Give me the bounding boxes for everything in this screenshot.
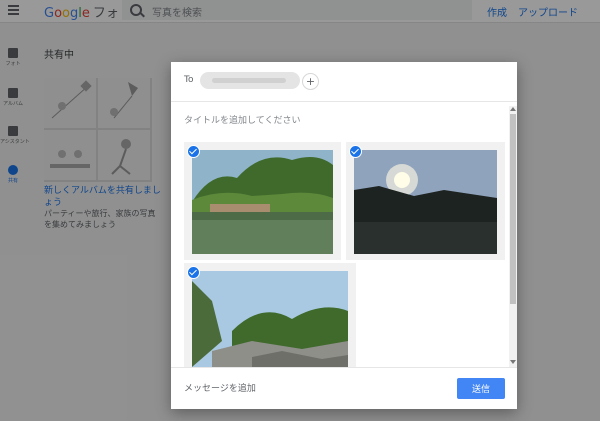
scroll-thumb[interactable] bbox=[510, 114, 516, 304]
to-label: To bbox=[184, 75, 194, 85]
album-title-input[interactable] bbox=[184, 113, 484, 129]
scrollbar[interactable] bbox=[509, 106, 517, 367]
selected-check-icon[interactable] bbox=[187, 266, 200, 279]
photo-rocky-cliffs bbox=[192, 271, 348, 367]
photo-tile-river-forest[interactable] bbox=[184, 142, 341, 260]
share-album-dialog: To + タイトルを追加してください メッセージを追加 送信 bbox=[171, 62, 517, 409]
photo-river-forest bbox=[192, 150, 333, 254]
scroll-up-arrow-icon[interactable] bbox=[510, 107, 516, 111]
photo-sunset-river bbox=[354, 150, 497, 254]
send-button[interactable]: 送信 bbox=[457, 378, 505, 399]
scroll-down-arrow-icon[interactable] bbox=[510, 360, 516, 364]
recipient-chip[interactable] bbox=[200, 72, 300, 89]
message-input[interactable] bbox=[184, 382, 384, 396]
photo-tile-sunset-river[interactable] bbox=[346, 142, 505, 260]
add-recipient-button[interactable]: + bbox=[302, 73, 319, 90]
selected-check-icon[interactable] bbox=[187, 145, 200, 158]
photo-tile-rocky-cliffs[interactable] bbox=[184, 263, 356, 367]
recipient-redacted bbox=[212, 78, 286, 83]
selected-check-icon[interactable] bbox=[349, 145, 362, 158]
recipient-row: To + bbox=[171, 62, 517, 102]
dialog-footer: 送信 bbox=[171, 367, 517, 410]
